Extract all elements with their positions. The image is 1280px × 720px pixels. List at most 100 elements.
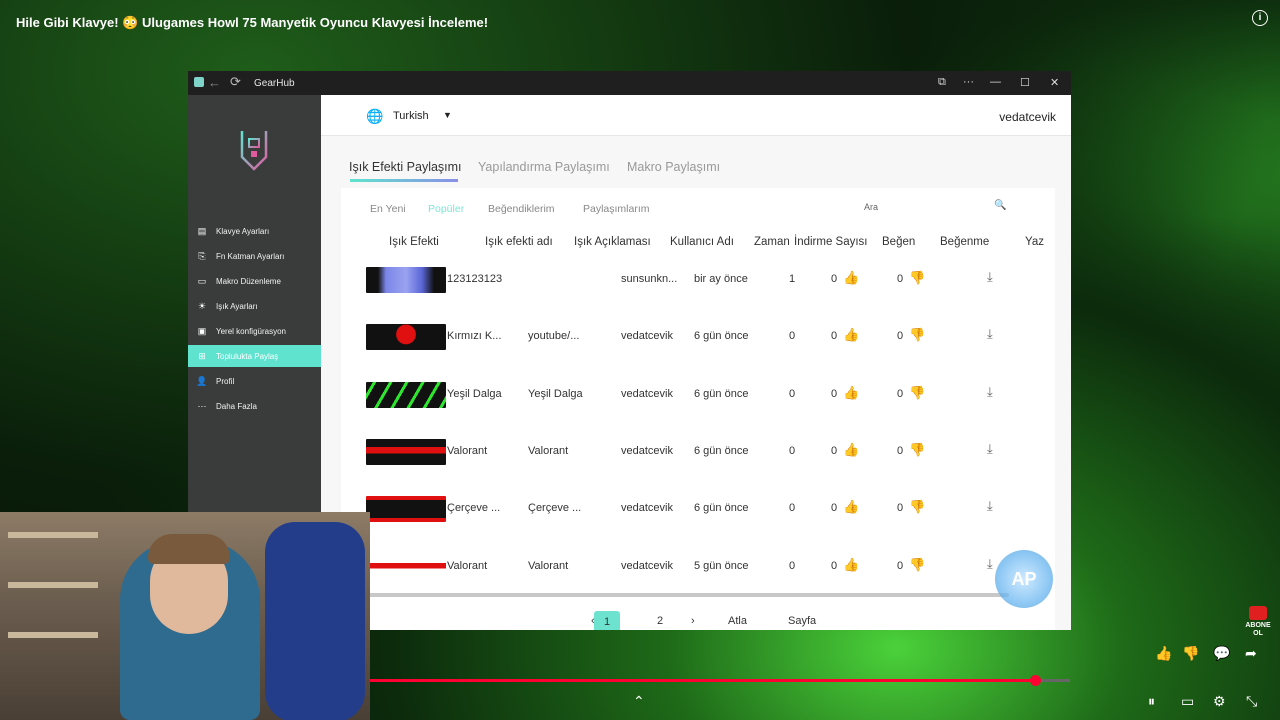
sidebar-item-profile[interactable]: 👤 Profil	[188, 370, 321, 392]
dislike-icon[interactable]: 👎	[909, 327, 925, 343]
header-downloads: İndirme Sayısı	[794, 236, 868, 248]
download-icon[interactable]: ⤓	[987, 441, 993, 457]
effect-thumbnail	[366, 496, 446, 523]
more-options-icon[interactable]: ···	[963, 76, 974, 88]
user-name: vedatcevik	[621, 444, 673, 457]
reload-icon[interactable]: ⟳	[230, 74, 241, 90]
tab-macro[interactable]: Makro Paylaşımı	[627, 160, 720, 174]
like-icon[interactable]: 👍	[843, 442, 859, 458]
effect-description: Çerçeve ...	[528, 502, 582, 515]
autoplay-toggle[interactable]: ⏸	[1148, 693, 1155, 710]
shelf	[8, 632, 98, 638]
effect-description: Valorant	[528, 559, 569, 572]
download-icon[interactable]: ⤓	[987, 384, 993, 400]
download-icon[interactable]: ⤓	[987, 498, 993, 514]
like-icon[interactable]: 👍	[843, 499, 859, 515]
table-row[interactable]: Valorant Valorant vedatcevik 5 gün önce 0 0 0 👍…	[341, 550, 1055, 607]
dislike-icon[interactable]: 👎	[909, 270, 925, 286]
table-row[interactable]: Valorant Valorant vedatcevik 6 gün önce 0 0 0 👍…	[341, 435, 1055, 492]
effect-name: Valorant	[447, 444, 488, 457]
time: 6 gün önce	[694, 387, 749, 400]
like-icon[interactable]: 👍	[843, 270, 859, 286]
tab-config[interactable]: Yapılandırma Paylaşımı	[478, 160, 610, 174]
dislike-icon[interactable]: 👎	[909, 499, 925, 515]
sidebar-item-more[interactable]: ··· Daha Fazla	[188, 395, 321, 417]
download-icon[interactable]: ⤓	[987, 269, 993, 285]
header-desc: Işık Açıklaması	[574, 236, 651, 248]
page-1-button[interactable]: 1	[594, 611, 620, 630]
search-icon[interactable]: 🔍	[994, 200, 1006, 211]
jump-button[interactable]: Atla	[728, 615, 747, 627]
globe-icon[interactable]: 🌐	[366, 108, 383, 125]
dislike-video-icon[interactable]: 👎	[1182, 645, 1199, 662]
effect-name: 123123123	[447, 273, 503, 285]
page-2-button[interactable]: 2	[657, 615, 663, 627]
profile-icon: 👤	[196, 375, 208, 386]
header-name: Işık efekti adı	[485, 236, 553, 248]
sidebar-item-label: Toplulukta Paylaş	[216, 351, 279, 361]
subtab-popular[interactable]: Popüler	[428, 203, 464, 215]
search-input[interactable]: Ara	[864, 202, 878, 212]
username[interactable]: vedatcevik	[999, 110, 1056, 124]
effect-name: Yeşil Dalga	[447, 387, 502, 400]
cast-icon[interactable]: ⧉	[938, 76, 946, 89]
like-video-icon[interactable]: 👍	[1155, 645, 1172, 662]
exit-fullscreen-icon[interactable]: ⤡	[1246, 693, 1257, 710]
settings-gear-icon[interactable]: ⚙	[1213, 693, 1226, 710]
next-page-button[interactable]: ›	[691, 615, 695, 627]
effect-thumbnail	[366, 324, 446, 351]
sidebar-item-share[interactable]: ⊞ Toplulukta Paylaş	[188, 345, 321, 367]
subtab-mine[interactable]: Paylaşımlarım	[583, 203, 650, 215]
share-video-icon[interactable]: ➦	[1245, 645, 1257, 662]
dislike-icon[interactable]: 👎	[909, 385, 925, 401]
sidebar-item-light[interactable]: ☀ Işık Ayarları	[188, 295, 321, 317]
subtab-liked[interactable]: Beğendiklerim	[488, 203, 555, 215]
sidebar-item-label: Fn Katman Ayarları	[216, 251, 285, 261]
like-count: 0	[831, 559, 838, 572]
like-count: 0	[831, 330, 838, 343]
sidebar-item-local-config[interactable]: ▣ Yerel konfigürasyon	[188, 320, 321, 342]
maximize-button[interactable]: ☐	[1020, 76, 1030, 89]
back-arrow-icon[interactable]: ←	[208, 75, 221, 90]
sidebar-item-keyboard[interactable]: ▤ Klavye Ayarları	[188, 220, 321, 242]
table-row[interactable]: Çerçeve ... Çerçeve ... vedatcevik 6 gün ön…	[341, 492, 1055, 549]
download-icon[interactable]: ⤓	[987, 326, 993, 342]
effect-description: Yeşil Dalga	[528, 387, 583, 400]
time: bir ay önce	[694, 273, 748, 285]
effect-thumbnail	[366, 438, 446, 465]
dislike-icon[interactable]: 👎	[909, 442, 925, 458]
sidebar-item-macro[interactable]: ▭ Makro Düzenleme	[188, 270, 321, 292]
time: 6 gün önce	[694, 502, 749, 515]
comments-icon[interactable]: 💬	[1213, 645, 1230, 662]
download-count: 0	[789, 330, 796, 343]
sidebar-item-fn[interactable]: ⎘ Fn Katman Ayarları	[188, 245, 321, 267]
language-select[interactable]: Turkish	[393, 110, 429, 122]
horizontal-scrollbar[interactable]	[369, 593, 1009, 597]
tab-light-effect[interactable]: Işık Efekti Paylaşımı	[349, 160, 462, 174]
info-icon[interactable]: i	[1252, 10, 1268, 26]
minimize-button[interactable]: —	[990, 76, 1001, 88]
subtitles-icon[interactable]: ▭	[1181, 693, 1194, 710]
close-button[interactable]: ✕	[1050, 76, 1059, 89]
subtab-newest[interactable]: En Yeni	[370, 203, 406, 215]
like-icon[interactable]: 👍	[843, 385, 859, 401]
like-icon[interactable]: 👍	[843, 327, 859, 343]
effect-thumbnail	[366, 553, 446, 580]
user-name: vedatcevik	[621, 330, 673, 343]
video-progress-handle[interactable]	[1030, 675, 1041, 686]
dislike-icon[interactable]: 👎	[909, 557, 925, 573]
sidebar-item-label: Profil	[216, 376, 235, 386]
shelf	[8, 532, 98, 538]
chevron-up-icon[interactable]: ⌃	[633, 693, 645, 710]
download-icon[interactable]: ⤓	[987, 556, 993, 572]
like-icon[interactable]: 👍	[843, 557, 859, 573]
subscribe-badge[interactable]: ABONE OL	[1243, 606, 1273, 637]
chevron-down-icon[interactable]: ▼	[443, 110, 452, 120]
header-user: Kullanıcı Adı	[670, 236, 734, 248]
table-row[interactable]: Kırmızı K... youtube/... vedatcevik 6 gün ö…	[341, 320, 1055, 377]
table-row[interactable]: Yeşil Dalga Yeşil Dalga vedatcevik 6 gün ön…	[341, 378, 1055, 435]
table-row[interactable]: 123123123 sunsunkn... bir ay önce 1 0 0 👍 👎 ⤓	[341, 263, 1055, 320]
time: 5 gün önce	[694, 559, 749, 572]
light-icon: ☀	[197, 300, 207, 311]
topbar: 🌐 Turkish ▼ vedatcevik	[321, 95, 1071, 136]
